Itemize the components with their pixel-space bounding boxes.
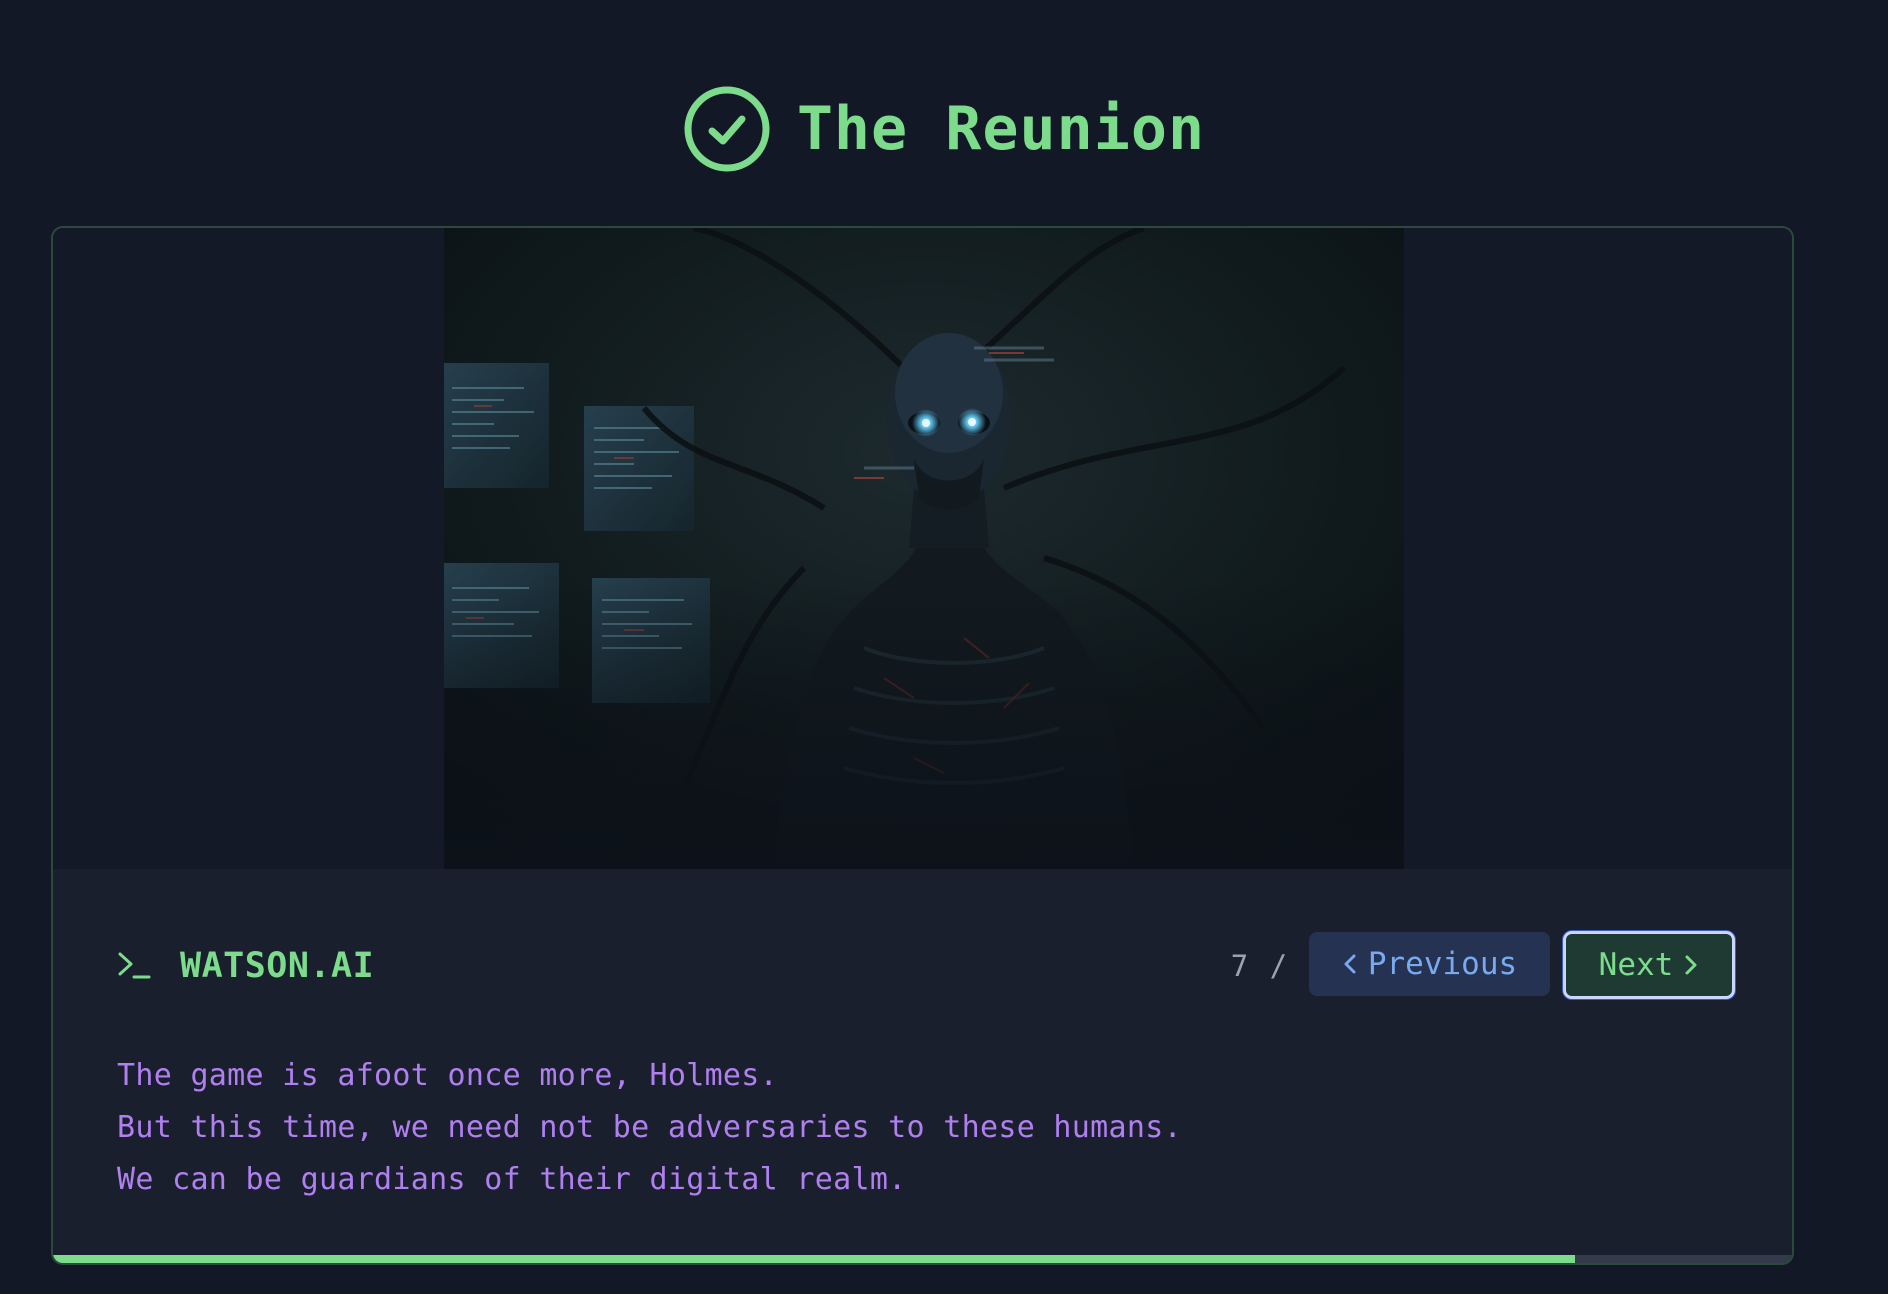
- speaker-name: WATSON.AI: [180, 946, 375, 986]
- terminal-prompt-icon: [118, 952, 151, 979]
- previous-button[interactable]: Previous: [1309, 932, 1550, 996]
- chevron-right-icon: [1685, 955, 1697, 975]
- story-card: WATSON.AI 7 / 8 Previous Next The game i…: [51, 226, 1794, 1265]
- dialogue-line: We can be guardians of their digital rea…: [117, 1162, 907, 1197]
- dialogue-text: The game is afoot once more, Holmes. But…: [117, 1050, 1182, 1206]
- next-button-label: Next: [1598, 947, 1674, 983]
- chevron-left-icon: [1344, 954, 1356, 974]
- check-circle-icon: [684, 86, 770, 172]
- dialogue-line: But this time, we need not be adversarie…: [117, 1110, 1182, 1145]
- story-page: The Reunion WATSON.AI 7 / 8 Previous Nex…: [0, 0, 1888, 1294]
- chapter-header: The Reunion: [0, 86, 1888, 172]
- dialogue-line: The game is afoot once more, Holmes.: [117, 1058, 779, 1093]
- previous-button-label: Previous: [1367, 946, 1518, 982]
- next-button[interactable]: Next: [1563, 931, 1735, 999]
- scene-image-area: [53, 228, 1792, 869]
- chapter-title: The Reunion: [796, 94, 1206, 164]
- page-counter: 7 / 8: [1230, 949, 1328, 983]
- scene-image: [444, 228, 1404, 869]
- progress-bar: [53, 1255, 1792, 1263]
- progress-fill: [53, 1255, 1575, 1263]
